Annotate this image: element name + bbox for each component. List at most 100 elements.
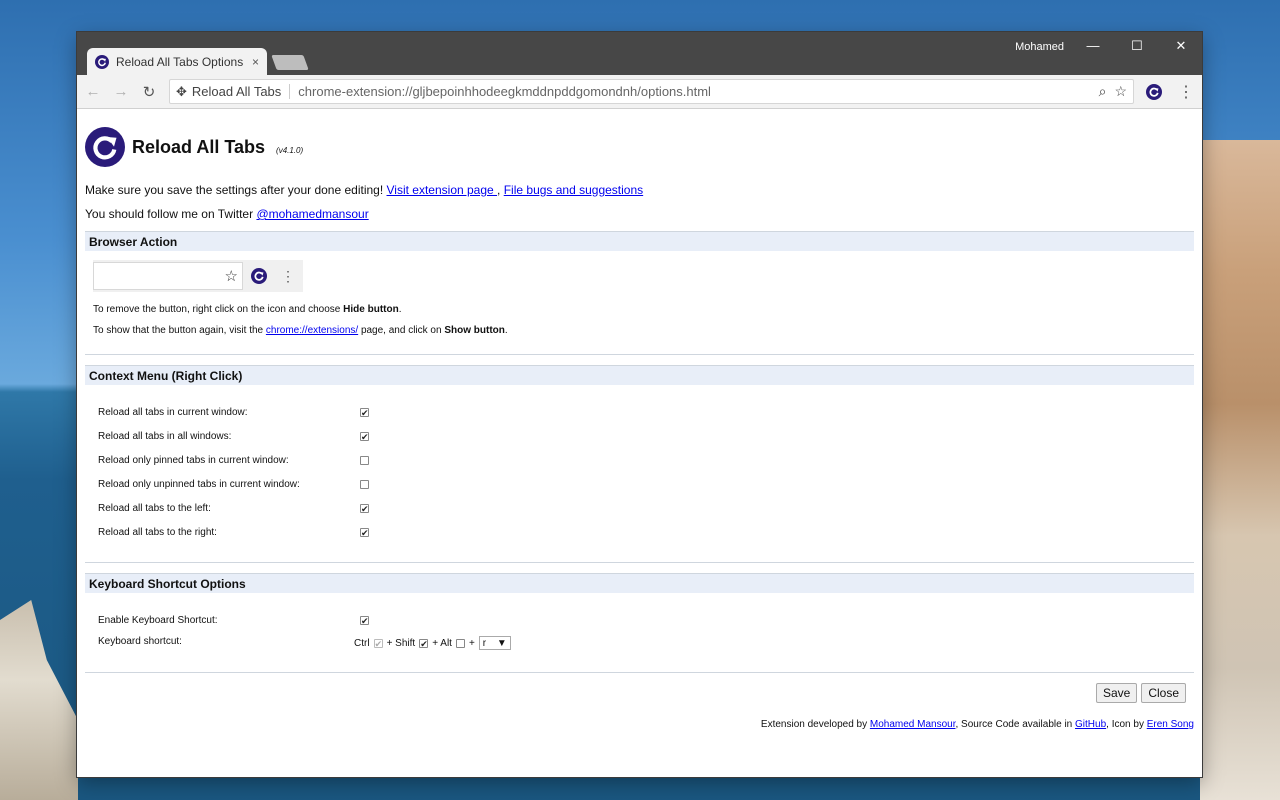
twitter-line: You should follow me on Twitter @mohamed… <box>85 207 1194 221</box>
tab-close-icon[interactable]: × <box>252 55 259 69</box>
url-text[interactable]: chrome-extension://gljbepoinhhodeegkmddn… <box>298 84 1090 99</box>
version-label: (v4.1.0) <box>276 145 304 155</box>
enable-shortcut-checkbox[interactable]: ✔ <box>360 615 369 625</box>
keyboard-section: Keyboard Shortcut Options Enable Keyboar… <box>85 573 1194 673</box>
context-option-checkbox[interactable]: ✔ <box>360 407 369 417</box>
context-option-row: Reload only unpinned tabs in current win… <box>98 472 1194 496</box>
zoom-icon[interactable]: ⌕ <box>1099 83 1107 100</box>
chrome-menu-icon[interactable]: ⋮ <box>1178 82 1194 102</box>
context-option-row: Reload all tabs in current window: ✔ <box>98 400 1194 424</box>
visit-extension-link[interactable]: Visit extension page <box>387 183 498 197</box>
github-link[interactable]: GitHub <box>1075 719 1106 730</box>
link-separator: , <box>497 183 504 197</box>
footer-text-1: Extension developed by <box>760 719 868 730</box>
shift-checkbox[interactable]: ✔ <box>419 638 429 648</box>
context-option-checkbox[interactable]: ✔ <box>360 503 369 513</box>
context-option-checkbox[interactable]: ✔ <box>360 431 369 441</box>
context-option-label: Reload all tabs to the right: <box>98 526 217 538</box>
ctrl-checkbox: ✔ <box>373 638 383 649</box>
tab-title: Reload All Tabs Options <box>116 55 244 69</box>
reload-all-tabs-logo <box>85 127 125 167</box>
preview-star-icon: ☆ <box>224 268 238 285</box>
address-bar[interactable]: ✥ Reload All Tabs chrome-extension://glj… <box>169 79 1134 104</box>
preview-extension-icon <box>251 268 267 284</box>
preview-omnibox: ☆ <box>93 262 243 290</box>
reload-icon[interactable]: ↻ <box>141 83 157 101</box>
close-window-icon[interactable]: ✕ <box>1168 38 1194 54</box>
section-title: Keyboard Shortcut Options <box>85 574 1194 593</box>
enable-shortcut-label: Enable Keyboard Shortcut: <box>98 614 218 626</box>
footer-text-2: , Source Code available in <box>955 719 1073 730</box>
context-option-label: Reload all tabs in current window: <box>98 406 248 418</box>
context-option-label: Reload all tabs to the left: <box>98 502 211 514</box>
options-page: Reload All Tabs (v4.1.0) Make sure you s… <box>77 109 1202 730</box>
context-option-label: Reload all tabs in all windows: <box>98 430 232 442</box>
save-button[interactable]: Save <box>1095 683 1138 703</box>
footer: Extension developed by Mohamed Mansour, … <box>85 719 1194 730</box>
show-button-text: Show button <box>444 325 505 336</box>
back-icon[interactable]: ← <box>85 83 101 100</box>
context-option-checkbox[interactable] <box>360 455 369 465</box>
section-title: Context Menu (Right Click) <box>85 366 1194 385</box>
desktop-cliff-left <box>0 600 78 800</box>
key-value: r <box>482 637 487 649</box>
browser-window: Reload All Tabs Options × Mohamed — ☐ ✕ … <box>77 32 1202 777</box>
desktop-cliff-right <box>1200 140 1280 800</box>
page-header: Reload All Tabs (v4.1.0) <box>85 127 1194 167</box>
browser-toolbar: ← → ↻ ✥ Reload All Tabs chrome-extension… <box>77 75 1202 109</box>
puzzle-icon: ✥ <box>176 83 187 99</box>
context-option-label: Reload only pinned tabs in current windo… <box>98 454 289 466</box>
context-option-row: Reload all tabs in all windows: ✔ <box>98 424 1194 448</box>
dropdown-arrow-icon: ▼ <box>496 637 507 649</box>
file-bugs-link[interactable]: File bugs and suggestions <box>504 183 643 197</box>
intro-text: Make sure you save the settings after yo… <box>85 183 384 197</box>
shift-label: + Shift <box>386 637 416 649</box>
browser-action-section: Browser Action ☆ ⋮ To remove the button,… <box>85 231 1194 355</box>
alt-label: + Alt <box>432 637 452 649</box>
context-option-row: Reload all tabs to the right: ✔ <box>98 520 1194 544</box>
section-title: Browser Action <box>85 232 1194 251</box>
maximize-icon[interactable]: ☐ <box>1124 38 1150 54</box>
browser-tab[interactable]: Reload All Tabs Options × <box>87 48 267 76</box>
context-option-label: Reload only unpinned tabs in current win… <box>98 478 300 490</box>
close-button[interactable]: Close <box>1141 683 1186 703</box>
extensions-link[interactable]: chrome://extensions/ <box>266 325 358 336</box>
hide-button-text: Hide button <box>343 304 399 315</box>
profile-name[interactable]: Mohamed <box>1015 41 1064 53</box>
title-bar: Reload All Tabs Options × Mohamed — ☐ ✕ <box>77 32 1202 76</box>
author-link[interactable]: Mohamed Mansour <box>870 719 956 730</box>
ctrl-label: Ctrl <box>354 637 370 649</box>
alt-checkbox[interactable] <box>455 638 465 648</box>
show-text: To show that the button again, visit the <box>93 325 264 336</box>
reload-all-tabs-extension-icon[interactable] <box>1146 83 1162 100</box>
show-instructions: To show that the button again, visit the… <box>93 325 508 336</box>
bookmark-star-icon[interactable]: ☆ <box>1114 83 1127 100</box>
browser-action-preview: ☆ ⋮ <box>93 260 303 292</box>
intro-line: Make sure you save the settings after yo… <box>85 183 1194 197</box>
preview-menu-icon: ⋮ <box>281 267 295 284</box>
plus-label: + <box>468 637 475 649</box>
context-option-checkbox[interactable]: ✔ <box>360 527 369 537</box>
new-tab-button[interactable] <box>271 55 309 70</box>
page-title: Reload All Tabs <box>132 136 266 157</box>
show-text-2: page, and click on <box>360 325 442 336</box>
icon-author-link[interactable]: Eren Song <box>1147 719 1194 730</box>
context-option-row: Reload only pinned tabs in current windo… <box>98 448 1194 472</box>
enable-shortcut-row: Enable Keyboard Shortcut: ✔ <box>98 608 1194 632</box>
twitter-text: You should follow me on Twitter <box>85 207 254 221</box>
context-option-checkbox[interactable] <box>360 479 369 489</box>
context-option-row: Reload all tabs to the left: ✔ <box>98 496 1194 520</box>
action-buttons: Save Close <box>1095 683 1186 703</box>
shortcut-controls: Ctrl ✔ + Shift ✔ + Alt + r ▼ <box>354 636 1194 650</box>
twitter-link[interactable]: @mohamedmansour <box>256 207 368 221</box>
key-select[interactable]: r ▼ <box>478 636 511 650</box>
forward-icon[interactable]: → <box>113 83 129 100</box>
minimize-icon[interactable]: — <box>1080 38 1106 53</box>
shortcut-label: Keyboard shortcut: <box>98 635 182 647</box>
reload-all-tabs-icon <box>95 55 109 69</box>
remove-text: To remove the button, right click on the… <box>93 304 341 315</box>
site-label: Reload All Tabs <box>192 84 291 99</box>
remove-instructions: To remove the button, right click on the… <box>93 304 402 315</box>
context-menu-section: Context Menu (Right Click) Reload all ta… <box>85 365 1194 563</box>
footer-text-3: , Icon by <box>1106 719 1144 730</box>
